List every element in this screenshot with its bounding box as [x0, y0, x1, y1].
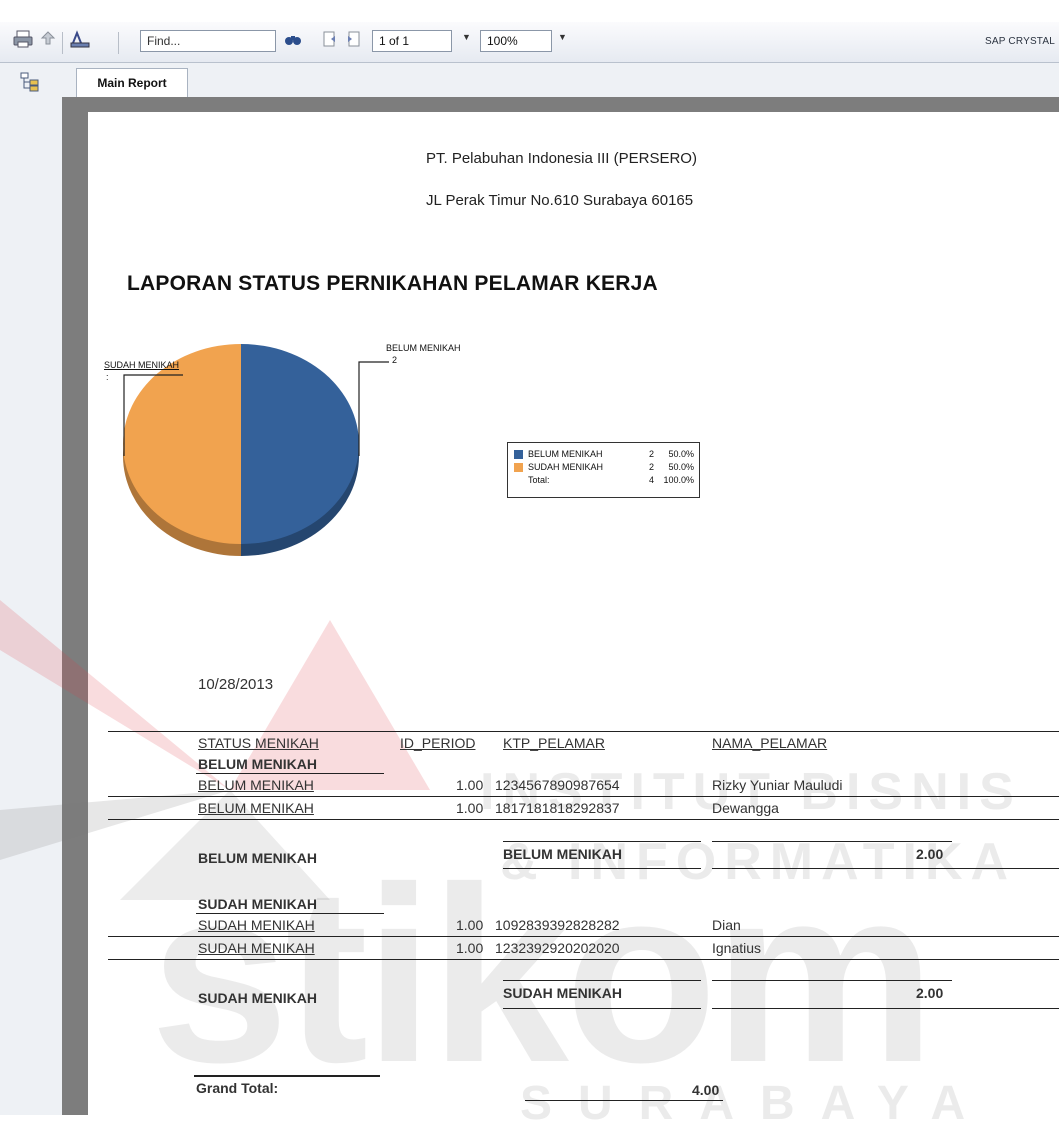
report-date: 10/28/2013 — [198, 676, 274, 693]
col-header-ktp: KTP_PELAMAR — [503, 735, 605, 751]
group-total-belum: 2.00 — [916, 846, 944, 862]
legend-pct: 50.0% — [668, 462, 694, 472]
group-tree-toggle-icon[interactable] — [18, 70, 42, 94]
header-rule — [108, 731, 1059, 732]
row-ktp: 1092839392828282 — [495, 917, 620, 933]
group-footer-rule — [503, 868, 701, 869]
export-icon[interactable] — [38, 28, 58, 50]
row-nama: Dian — [712, 917, 741, 933]
row-ktp: 1232392920202020 — [495, 940, 620, 956]
group-footer-rule — [503, 841, 701, 842]
col-header-id-period: ID_PERIOD — [400, 735, 476, 751]
row-status: BELUM MENIKAH — [198, 800, 314, 816]
row-nama: Dewangga — [712, 800, 779, 816]
callout-value-belum: 2 — [392, 355, 398, 365]
legend-label: BELUM MENIKAH — [528, 449, 603, 459]
grand-total-rule — [194, 1075, 380, 1077]
chart-legend: BELUM MENIKAH 2 50.0% SUDAH MENIKAH 2 50… — [507, 442, 700, 498]
group-footer-label-sudah: SUDAH MENIKAH — [198, 990, 317, 1006]
callout-label-belum: BELUM MENIKAH — [386, 343, 461, 353]
group-footer-rule — [712, 841, 952, 842]
next-page-icon[interactable] — [343, 28, 363, 50]
row-id-period: 1.00 — [456, 940, 484, 956]
zoom-input[interactable]: 100% — [480, 30, 552, 52]
watermark-star-logo — [0, 600, 430, 900]
col-header-status: STATUS MENIKAH — [198, 735, 319, 751]
group-total-sudah: 2.00 — [916, 985, 944, 1001]
watermark-surabaya: SURABAYA — [520, 1077, 992, 1130]
report-title: LAPORAN STATUS PERNIKAHAN PELAMAR KERJA — [127, 272, 658, 295]
callout-value-sudah: : — [106, 372, 109, 382]
legend-item-belum: BELUM MENIKAH 2 50.0% — [514, 449, 694, 459]
row-nama: Rizky Yuniar Mauludi — [712, 777, 843, 793]
row-status: SUDAH MENIKAH — [198, 940, 315, 956]
pie-slice-sudah-menikah — [123, 344, 241, 544]
callout-line-belum — [358, 361, 389, 456]
group-header-belum: BELUM MENIKAH — [198, 756, 317, 772]
group-footer-rule — [712, 868, 1059, 869]
row-rule — [108, 959, 1059, 960]
find-input[interactable]: Find... — [140, 30, 276, 52]
first-page-icon[interactable] — [320, 28, 340, 50]
row-ktp: 1234567890987654 — [495, 777, 620, 793]
zoom-dropdown-arrow-icon[interactable]: ▼ — [558, 32, 567, 42]
legend-value: 2 — [648, 449, 654, 459]
row-rule — [108, 936, 1059, 937]
legend-total-label: Total: — [528, 475, 550, 485]
legend-swatch — [514, 462, 523, 472]
pie-slice-belum-menikah — [241, 344, 359, 544]
row-id-period: 1.00 — [456, 777, 484, 793]
print-icon[interactable] — [12, 28, 34, 50]
group-footer-rule — [503, 1008, 701, 1009]
row-id-period: 1.00 — [456, 917, 484, 933]
group-header-sudah: SUDAH MENIKAH — [198, 896, 317, 912]
row-nama: Ignatius — [712, 940, 762, 956]
grand-total-value: 4.00 — [692, 1082, 720, 1098]
legend-pct: 50.0% — [668, 449, 694, 459]
callout-label-sudah: SUDAH MENIKAH — [104, 360, 180, 370]
brand-label: SAP CRYSTAL — [985, 36, 1056, 47]
tab-strip — [62, 63, 1059, 97]
legend-total: Total: 4 100.0% — [528, 475, 694, 485]
page-dropdown-arrow-icon[interactable]: ▼ — [462, 32, 471, 42]
refresh-icon[interactable] — [66, 28, 94, 50]
grand-total-rule — [525, 1100, 723, 1101]
row-ktp: 1817181818292837 — [495, 800, 620, 816]
grand-total-label: Grand Total: — [196, 1080, 279, 1096]
row-status: SUDAH MENIKAH — [198, 917, 315, 933]
legend-value: 2 — [648, 462, 654, 472]
group-header-rule — [196, 913, 384, 914]
row-rule — [108, 796, 1059, 797]
col-header-nama: NAMA_PELAMAR — [712, 735, 828, 751]
page-number-input[interactable]: 1 of 1 — [372, 30, 452, 52]
group-footer-rule — [503, 980, 701, 981]
legend-item-sudah: SUDAH MENIKAH 2 50.0% — [514, 462, 694, 472]
legend-total-pct: 100.0% — [663, 475, 694, 485]
row-status: BELUM MENIKAH — [198, 777, 314, 793]
top-strip — [0, 0, 1059, 22]
group-footer-label2-belum: BELUM MENIKAH — [503, 846, 622, 862]
company-address: JL Perak Timur No.610 Surabaya 60165 — [426, 192, 694, 209]
legend-label: SUDAH MENIKAH — [528, 462, 604, 472]
legend-total-value: 4 — [648, 475, 654, 485]
company-name: PT. Pelabuhan Indonesia III (PERSERO) — [426, 150, 697, 167]
row-id-period: 1.00 — [456, 800, 484, 816]
row-rule — [108, 819, 1059, 820]
group-header-rule — [196, 773, 384, 774]
tab-main-report[interactable]: Main Report — [76, 68, 188, 98]
legend-swatch — [514, 449, 523, 459]
group-footer-rule — [712, 980, 952, 981]
group-footer-label2-sudah: SUDAH MENIKAH — [503, 985, 622, 1001]
binoculars-icon[interactable] — [282, 28, 304, 50]
group-footer-rule — [712, 1008, 1059, 1009]
group-footer-label-belum: BELUM MENIKAH — [198, 850, 317, 866]
